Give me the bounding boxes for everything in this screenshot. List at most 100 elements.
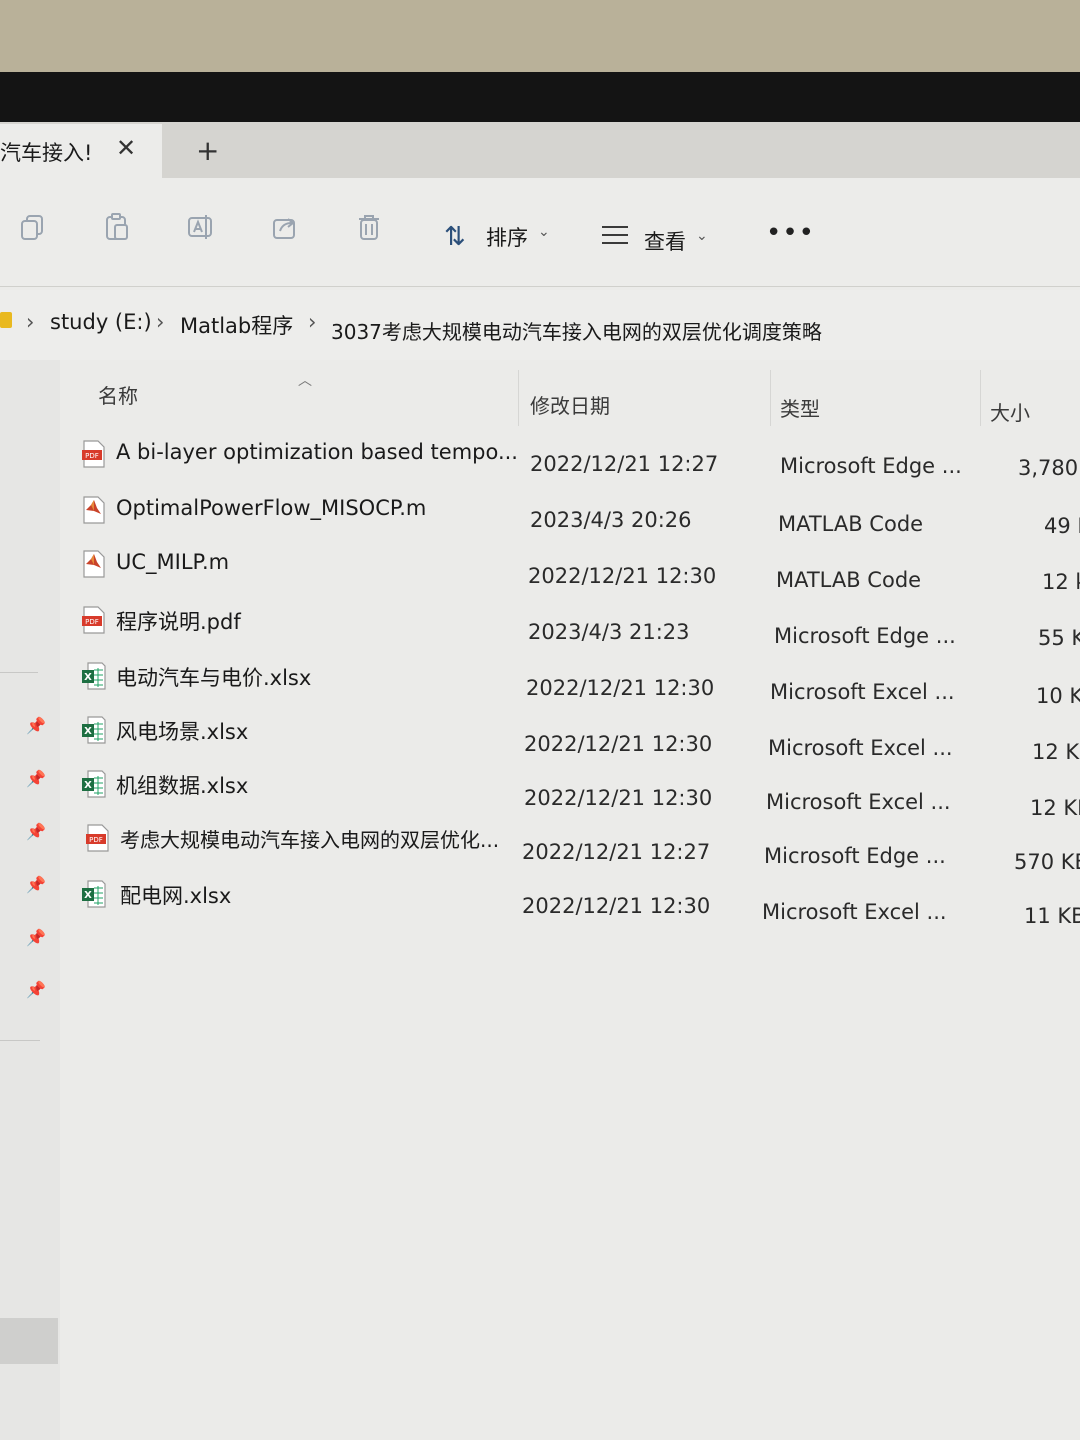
breadcrumb-item-matlab[interactable]: Matlab程序 [180,310,293,340]
navigation-pane [0,360,60,1440]
file-size: 49 I [1044,514,1080,538]
file-name[interactable]: 电动汽车与电价.xlsx [116,662,311,692]
file-row[interactable]: UC_MILP.m 2022/12/21 12:30 MATLAB Code 1… [70,550,1080,604]
column-header-size[interactable]: 大小 [990,397,1030,426]
file-row[interactable]: PDF A bi-layer optimization based tempo.… [70,440,1080,494]
close-tab-button[interactable]: ✕ [116,134,136,162]
file-type: Microsoft Edge ... [780,454,962,478]
share-icon[interactable] [270,212,300,242]
file-size: 12 k [1042,570,1080,594]
pdf-icon: PDF [82,440,106,468]
file-date: 2022/12/21 12:30 [522,894,711,918]
breadcrumb-item-drive[interactable]: study (E:) [50,310,152,334]
file-row[interactable]: PDF 程序说明.pdf 2023/4/3 21:23 Microsoft Ed… [70,606,1080,660]
excel-icon: X [82,716,106,744]
file-date: 2023/4/3 20:26 [530,508,692,532]
file-type: MATLAB Code [776,568,922,592]
svg-text:PDF: PDF [89,836,103,844]
svg-text:X: X [84,780,92,791]
svg-text:PDF: PDF [85,452,99,460]
file-row[interactable]: PDF 考虑大规模电动汽车接入电网的双层优化... 2022/12/21 12:… [70,824,1080,878]
sort-button[interactable]: 排序 [486,222,528,252]
pin-icon[interactable]: 📌 [26,928,46,947]
file-row[interactable]: X 配电网.xlsx 2022/12/21 12:30 Microsoft Ex… [70,880,1080,934]
file-type: Microsoft Excel ... [766,790,951,814]
file-row[interactable]: X 风电场景.xlsx 2022/12/21 12:30 Microsoft E… [70,716,1080,770]
file-size: 12 KI [1032,740,1080,764]
file-date: 2023/4/3 21:23 [528,620,690,644]
divider [0,286,1080,287]
column-header-name[interactable]: 名称 [98,380,138,409]
file-row[interactable]: OptimalPowerFlow_MISOCP.m 2023/4/3 20:26… [70,496,1080,550]
svg-text:X: X [84,890,92,901]
file-date: 2022/12/21 12:27 [522,840,711,864]
svg-text:X: X [84,672,92,683]
file-date: 2022/12/21 12:30 [526,676,715,700]
divider [0,672,38,673]
column-header-type[interactable]: 类型 [780,393,820,422]
chevron-down-icon: ⌄ [538,224,550,240]
more-options-button[interactable]: ••• [766,218,815,248]
file-type: Microsoft Excel ... [770,680,955,704]
breadcrumb-separator[interactable]: › [26,310,34,334]
file-date: 2022/12/21 12:30 [524,732,713,756]
divider [0,1040,40,1041]
file-row[interactable]: X 机组数据.xlsx 2022/12/21 12:30 Microsoft E… [70,770,1080,824]
view-icon[interactable] [600,224,630,246]
file-row[interactable]: X 电动汽车与电价.xlsx 2022/12/21 12:30 Microsof… [70,662,1080,716]
delete-icon[interactable] [354,212,384,242]
excel-icon: X [82,662,106,690]
breadcrumb-item-folder[interactable]: 3037考虑大规模电动汽车接入电网的双层优化调度策略 [331,316,822,345]
pin-icon[interactable]: 📌 [26,875,46,894]
file-size: 3,780 [1018,456,1079,480]
file-name[interactable]: 考虑大规模电动汽车接入电网的双层优化... [120,824,499,853]
file-date: 2022/12/21 12:27 [530,452,719,476]
sort-icon[interactable]: ⇅ [444,222,466,252]
file-name[interactable]: 程序说明.pdf [116,606,241,636]
excel-icon: X [82,880,106,908]
sort-ascending-icon: ︿ [298,373,312,389]
monitor-bezel [0,72,1080,122]
svg-text:X: X [84,726,92,737]
rename-icon[interactable] [186,212,216,242]
file-date: 2022/12/21 12:30 [524,786,713,810]
file-type: Microsoft Edge ... [774,624,956,648]
pin-icon[interactable]: 📌 [26,769,46,788]
file-name[interactable]: 配电网.xlsx [120,880,231,910]
file-date: 2022/12/21 12:30 [528,564,717,588]
svg-text:PDF: PDF [85,618,99,626]
pin-icon[interactable]: 📌 [26,822,46,841]
file-name[interactable]: UC_MILP.m [116,550,229,574]
file-size: 10 K [1036,684,1080,708]
file-type: MATLAB Code [778,512,924,536]
file-size: 570 KB [1014,850,1080,874]
pdf-icon: PDF [86,824,110,852]
excel-icon: X [82,770,106,798]
pin-icon[interactable]: 📌 [26,716,46,735]
column-divider[interactable] [770,370,771,426]
nav-item-selected[interactable] [0,1318,58,1364]
breadcrumb-separator[interactable]: › [308,310,316,334]
file-size: 12 KE [1030,796,1080,820]
file-type: Microsoft Edge ... [764,844,946,868]
monitor-bezel-top [0,0,1080,72]
tab-title: 汽车接入! [0,141,93,165]
column-divider[interactable] [980,370,981,426]
file-type: Microsoft Excel ... [762,900,947,924]
file-name[interactable]: 机组数据.xlsx [116,770,248,800]
file-size: 55 K [1038,626,1080,650]
view-button[interactable]: 查看 [644,226,686,256]
pin-icon[interactable]: 📌 [26,980,46,999]
column-header-modified[interactable]: 修改日期 [530,390,610,419]
file-name[interactable]: OptimalPowerFlow_MISOCP.m [116,496,426,520]
column-divider[interactable] [518,370,519,426]
matlab-icon [82,550,106,578]
file-name[interactable]: A bi-layer optimization based tempo... [116,440,518,464]
paste-icon[interactable] [102,212,132,242]
new-tab-button[interactable]: + [196,134,219,167]
copy-icon[interactable] [18,212,48,242]
breadcrumb-separator[interactable]: › [156,310,164,334]
file-type: Microsoft Excel ... [768,736,953,760]
file-name[interactable]: 风电场景.xlsx [116,716,248,746]
pdf-icon: PDF [82,606,106,634]
